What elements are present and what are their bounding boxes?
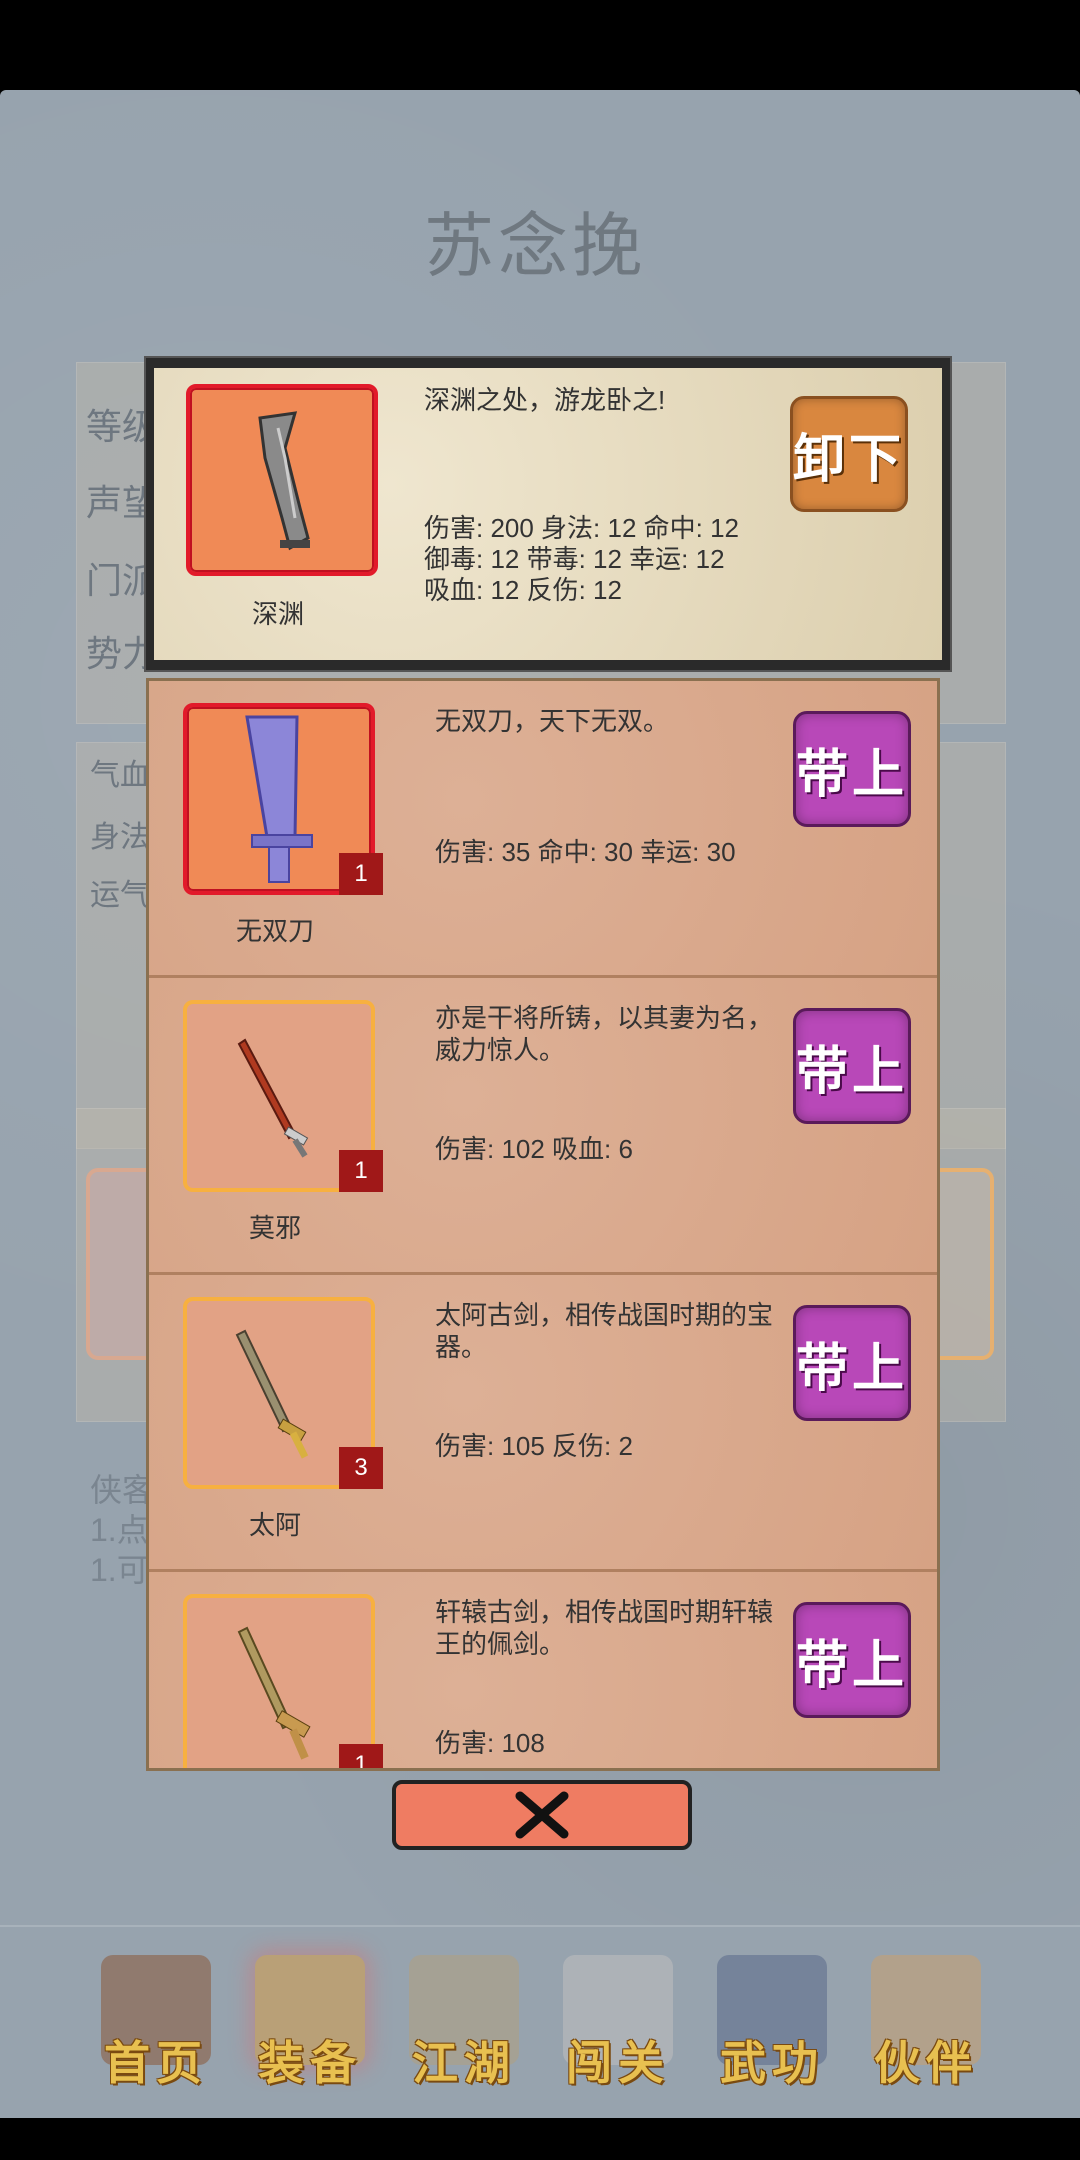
nav-jianghu[interactable]: 江湖	[394, 1955, 534, 2095]
nav-martial-label: 武功	[720, 2036, 824, 2090]
item-stats: 伤害: 105 反伤: 2	[435, 1431, 633, 1461]
equip-button[interactable]: 带上	[793, 1305, 911, 1421]
equipped-stats-line-2: 御毒: 12 带毒: 12 幸运: 12	[424, 544, 725, 574]
item-name: 太阿	[248, 1510, 301, 1540]
item-description: 无双刀，天下无双。	[435, 706, 670, 736]
item-stats: 伤害: 102 吸血: 6	[435, 1134, 633, 1164]
nav-home[interactable]: 首页	[86, 1955, 226, 2095]
status-bar	[0, 0, 1080, 90]
nav-jianghu-label: 江湖	[412, 2036, 516, 2090]
equipped-item-description: 深渊之处，游龙卧之!	[424, 385, 666, 415]
equipped-panel: 深渊 深渊之处，游龙卧之! 伤害: 200 身法: 12 命中: 12 御毒: …	[146, 358, 950, 670]
item-count-badge: 3	[339, 1447, 383, 1489]
nav-challenge[interactable]: 闯关	[548, 1955, 688, 2095]
item-description: 亦是干将所铸，以其妻为名，威力惊人。	[435, 1003, 774, 1065]
tip-line-1: 1.点	[90, 1512, 149, 1548]
item-name: 莫邪	[248, 1213, 301, 1243]
nav-partner-label: 伙伴	[874, 2036, 978, 2090]
item-count-badge: 1	[339, 853, 383, 895]
nav-equipment-label: 装备	[258, 2036, 362, 2090]
nav-equipment[interactable]: 装备	[240, 1955, 380, 2095]
item-name: 无双刀	[235, 916, 314, 946]
close-button[interactable]	[392, 1780, 692, 1850]
nav-home-label: 首页	[104, 2036, 208, 2090]
luck-label: 运气	[90, 879, 150, 912]
item-count-badge: 1	[339, 1744, 383, 1768]
list-item: 3 太阿 太阿古剑，相传战国时期的宝器。 伤害: 105 反伤: 2 带上	[149, 1275, 937, 1572]
equipped-item-slot[interactable]	[186, 384, 378, 576]
item-stats: 伤害: 35 命中: 30 幸运: 30	[435, 837, 736, 867]
list-item: 1 轩辕古剑，相传战国时期轩辕王的佩剑。 伤害: 108 带上	[149, 1572, 937, 1768]
inventory-list[interactable]: 1 无双刀 无双刀，天下无双。 伤害: 35 命中: 30 幸运: 30 带上 …	[146, 678, 940, 1771]
bottom-nav: 首页 装备 江湖 闯关 武功 伙伴	[0, 1925, 1080, 2120]
agility-label: 身法	[90, 821, 150, 854]
equipped-stats-line-3: 吸血: 12 反伤: 12	[424, 575, 622, 605]
item-description: 轩辕古剑，相传战国时期轩辕王的佩剑。	[435, 1597, 774, 1659]
equip-button[interactable]: 带上	[793, 1008, 911, 1124]
system-nav-bar	[0, 2118, 1080, 2160]
nav-partner[interactable]: 伙伴	[856, 1955, 996, 2095]
character-name: 苏念挽	[424, 207, 646, 285]
close-icon	[515, 1791, 569, 1839]
tip-title: 侠客	[90, 1472, 155, 1508]
list-item: 1 无双刀 无双刀，天下无双。 伤害: 35 命中: 30 幸运: 30 带上	[149, 681, 937, 978]
list-item: 1 莫邪 亦是干将所铸，以其妻为名，威力惊人。 伤害: 102 吸血: 6 带上	[149, 978, 937, 1275]
unequip-button[interactable]: 卸下	[790, 396, 908, 512]
item-description: 太阿古剑，相传战国时期的宝器。	[435, 1300, 774, 1362]
hp-label: 气血	[90, 759, 150, 792]
abyss-weapon-icon	[258, 411, 310, 551]
equipped-stats-line-1: 伤害: 200 身法: 12 命中: 12	[424, 513, 740, 543]
tip-line-2: 1.可	[90, 1552, 149, 1588]
nav-challenge-label: 闯关	[566, 2036, 670, 2090]
nav-martial[interactable]: 武功	[702, 1955, 842, 2095]
equip-button[interactable]: 带上	[793, 1602, 911, 1718]
item-stats: 伤害: 108	[435, 1728, 545, 1758]
equip-button[interactable]: 带上	[793, 711, 911, 827]
item-count-badge: 1	[339, 1150, 383, 1192]
equipped-item-name: 深渊	[251, 599, 304, 629]
